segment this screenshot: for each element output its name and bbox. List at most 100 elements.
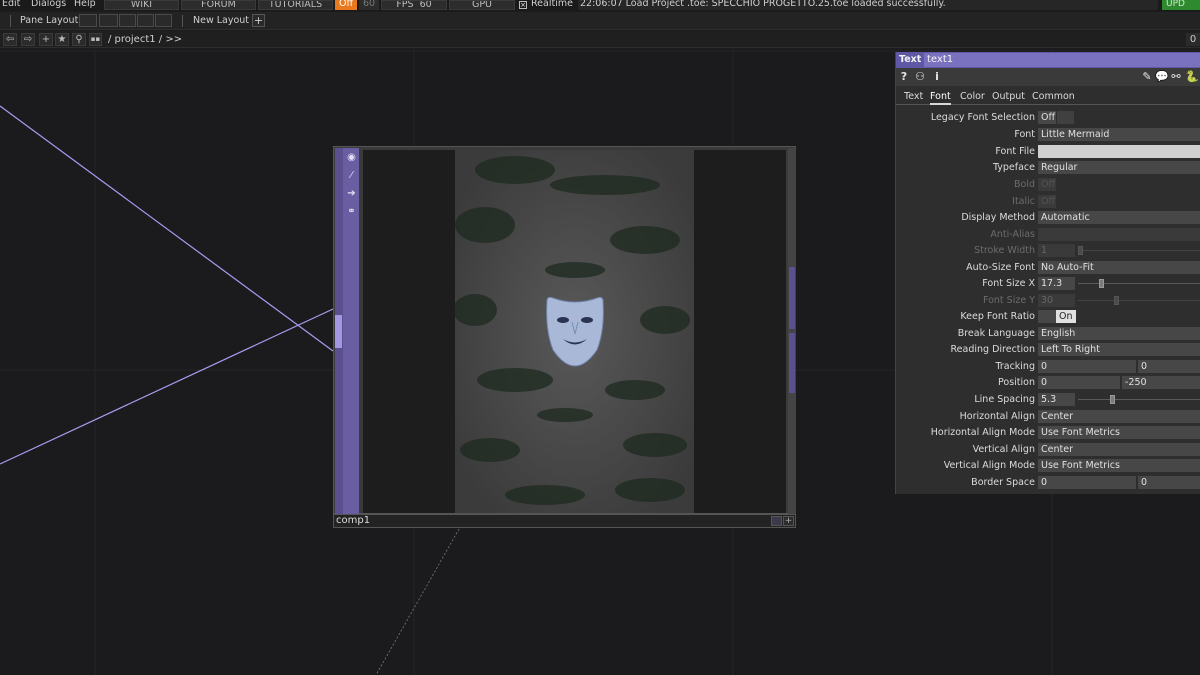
split-horizontal-layout-icon[interactable] (99, 14, 118, 27)
font-file-field[interactable] (1038, 145, 1200, 158)
stroke-width-slider[interactable] (1078, 246, 1200, 255)
toggle-box[interactable] (1057, 111, 1074, 124)
single-pane-layout-icon[interactable] (79, 14, 97, 27)
menu-dialogs[interactable]: Dialogs (31, 0, 66, 11)
font-size-y-field[interactable]: 30 (1038, 294, 1075, 307)
help-icon[interactable]: ? (899, 70, 909, 84)
vertical-align-mode-menu[interactable]: Use Font Metrics (1038, 459, 1200, 472)
comment-icon[interactable]: 💬 (1155, 70, 1169, 84)
parent-network-icon[interactable]: ▪▪ (89, 33, 102, 46)
comp-node[interactable]: ◉ ⁄ ➔ ⚭ comp1 + (333, 146, 796, 529)
param-label: Reading Direction (950, 344, 1036, 355)
font-size-x-slider[interactable] (1078, 279, 1200, 288)
triple-layout-icon[interactable] (155, 14, 172, 27)
slider-knob[interactable] (1110, 395, 1115, 404)
search-op-icon[interactable]: ⚲ (72, 33, 86, 46)
output-connector-top[interactable] (789, 267, 795, 329)
quad-layout-icon[interactable] (137, 14, 154, 27)
position-y-field[interactable]: -250 (1122, 376, 1200, 389)
node-expand-button[interactable]: + (783, 516, 794, 526)
tab-color[interactable]: Color (960, 90, 985, 103)
tab-output[interactable]: Output (992, 90, 1025, 103)
gpu-button[interactable]: GPU (449, 0, 515, 10)
reading-direction-menu[interactable]: Left To Right (1038, 343, 1200, 356)
add-icon[interactable]: + (39, 33, 53, 46)
fps-cap-field[interactable]: 60 (359, 0, 379, 10)
param-row-vertical-align: Vertical Align Center (896, 442, 1200, 457)
tab-font[interactable]: Font (930, 90, 951, 105)
stroke-width-field[interactable]: 1 (1038, 244, 1075, 257)
info-icon[interactable]: i (933, 70, 941, 84)
path-right-field[interactable]: 0 (1186, 33, 1200, 46)
forward-arrow-icon[interactable]: ⇨ (21, 33, 35, 46)
new-layout-plus-button[interactable]: + (252, 14, 265, 27)
tracking-y-field[interactable]: 0 (1138, 360, 1200, 373)
op-name-field[interactable]: text1 (924, 53, 1200, 67)
auto-size-font-menu[interactable]: No Auto-Fit (1038, 261, 1200, 274)
output-connector-bottom[interactable] (789, 333, 795, 393)
menu-edit[interactable]: Edit (2, 0, 20, 11)
slider-knob[interactable] (1078, 246, 1083, 255)
param-label: Auto-Size Font (966, 262, 1035, 273)
slider-knob[interactable] (1099, 279, 1104, 288)
parameter-tabs: Text Font Color Output Common (896, 88, 1200, 105)
keep-font-ratio-box[interactable] (1038, 310, 1056, 323)
back-arrow-icon[interactable]: ⇦ (3, 33, 17, 46)
clone-link-icon[interactable]: ⚯ (1169, 70, 1183, 84)
font-menu[interactable]: Little Mermaid (1038, 128, 1200, 141)
param-label: Vertical Align Mode (943, 460, 1035, 471)
font-size-y-slider[interactable] (1078, 296, 1200, 305)
border-space-x-field[interactable]: 0 (1038, 476, 1136, 489)
display-arrow-icon[interactable]: ➔ (345, 187, 358, 200)
menu-help[interactable]: Help (74, 0, 96, 11)
wiki-button[interactable]: WIKI (104, 0, 179, 10)
network-path[interactable]: / project1 / >> (108, 33, 182, 46)
break-language-menu[interactable]: English (1038, 327, 1200, 340)
tab-common[interactable]: Common (1032, 90, 1075, 103)
node-frame: ◉ ⁄ ➔ ⚭ (333, 146, 796, 514)
clone-icon[interactable]: ⚭ (345, 205, 358, 218)
horizontal-align-mode-menu[interactable]: Use Font Metrics (1038, 426, 1200, 439)
typeface-menu[interactable]: Regular (1038, 161, 1200, 174)
pane-layout-label: Pane Layout (20, 15, 79, 26)
tracking-x-field[interactable]: 0 (1038, 360, 1136, 373)
bookmark-star-icon[interactable]: ★ (55, 33, 69, 46)
italic-toggle[interactable]: Off (1038, 195, 1056, 208)
position-x-field[interactable]: 0 (1038, 376, 1120, 389)
separator (182, 15, 183, 27)
python-icon[interactable]: 🐍 (1185, 70, 1199, 84)
border-space-y-field[interactable]: 0 (1138, 476, 1200, 489)
slider-knob[interactable] (1114, 296, 1119, 305)
realtime-checkbox[interactable]: × (519, 1, 527, 9)
fps-label: FPS (396, 0, 414, 10)
param-row-bold: Bold Off (896, 177, 1200, 192)
keep-font-ratio-toggle[interactable]: On (1056, 310, 1076, 323)
bold-toggle[interactable]: Off (1038, 178, 1056, 191)
bypass-icon[interactable]: ⁄ (345, 169, 358, 182)
anti-alias-menu[interactable] (1038, 228, 1200, 241)
forum-button[interactable]: FORUM (181, 0, 256, 10)
legacy-font-toggle[interactable]: Off (1038, 111, 1056, 124)
realtime-off-button[interactable]: Off (335, 0, 357, 10)
display-method-menu[interactable]: Automatic (1038, 211, 1200, 224)
param-row-font-size-y: Font Size Y 30 (896, 293, 1200, 308)
python-help-icon[interactable]: ⚇ (912, 70, 928, 84)
node-name[interactable]: comp1 (336, 515, 370, 527)
font-size-x-field[interactable]: 17.3 (1038, 277, 1075, 290)
node-side-inner (343, 148, 359, 514)
viewer-toggle-icon[interactable]: ◉ (345, 151, 358, 164)
edit-pencil-icon[interactable]: ✎ (1141, 70, 1153, 84)
horizontal-align-menu[interactable]: Center (1038, 410, 1200, 423)
tab-text[interactable]: Text (904, 90, 923, 103)
separator (10, 15, 11, 27)
node-viewer-active-toggle[interactable] (771, 516, 782, 526)
line-spacing-slider[interactable] (1078, 395, 1200, 404)
tutorials-button[interactable]: TUTORIALS (258, 0, 333, 10)
line-spacing-field[interactable]: 5.3 (1038, 393, 1075, 406)
param-row-reading-direction: Reading Direction Left To Right (896, 342, 1200, 357)
update-button[interactable]: UPD (1162, 0, 1200, 10)
node-input-connector[interactable] (335, 315, 342, 348)
split-vertical-layout-icon[interactable] (119, 14, 136, 27)
vertical-align-menu[interactable]: Center (1038, 443, 1200, 456)
status-message: 22:06:07 Load Project .toe: SPECCHIO PRO… (578, 0, 1158, 10)
